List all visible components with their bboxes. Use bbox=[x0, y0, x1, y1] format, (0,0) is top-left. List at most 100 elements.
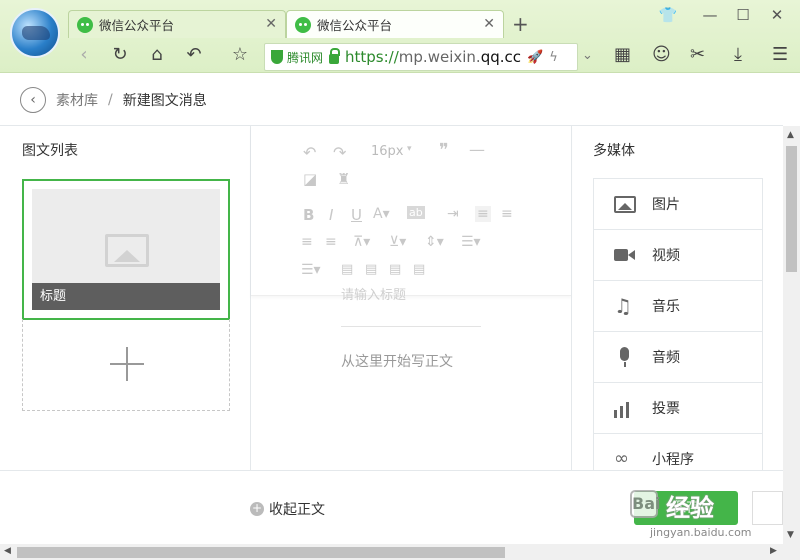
apps-grid-icon[interactable]: ▦ bbox=[614, 44, 631, 65]
plus-circle-icon: + bbox=[250, 501, 264, 516]
vertical-scrollbar[interactable]: ▲ ▼ bbox=[783, 126, 800, 544]
star-icon[interactable]: ☆ bbox=[228, 44, 252, 65]
font-size-caret-icon: ▾ bbox=[407, 144, 412, 154]
blockquote-icon[interactable]: ❞ bbox=[439, 140, 449, 161]
redo-icon[interactable]: ↷ bbox=[333, 143, 346, 162]
collapse-body-label: 收起正文 bbox=[269, 502, 325, 518]
article-caption: 标题 bbox=[32, 283, 220, 310]
watermark-badge: Bai bbox=[630, 490, 660, 518]
align-center-icon[interactable]: ≡ bbox=[501, 206, 513, 222]
media-item-label: 音乐 bbox=[652, 299, 680, 315]
media-item-music[interactable]: ♫ 音乐 bbox=[594, 281, 762, 332]
address-bar[interactable]: 腾讯网 https:// mp.weixin. qq.cc 🚀 ϟ bbox=[264, 43, 578, 71]
scroll-down-icon[interactable]: ▼ bbox=[787, 530, 794, 540]
indent-icon[interactable]: ⇥ bbox=[447, 206, 459, 222]
collapse-body-button[interactable]: + 收起正文 bbox=[250, 499, 325, 519]
line-height-icon[interactable]: ⇕▾ bbox=[425, 234, 444, 250]
breadcrumb-current: 新建图文消息 bbox=[122, 92, 207, 109]
article-card[interactable]: 标题 bbox=[22, 179, 230, 320]
download-icon[interactable]: ⤓ bbox=[734, 44, 742, 65]
tab-weixin-2[interactable]: 微信公众平台 ✕ bbox=[286, 10, 504, 38]
media-item-label: 投票 bbox=[652, 401, 680, 417]
shield-icon bbox=[271, 50, 283, 64]
underline-icon[interactable]: U bbox=[351, 206, 362, 224]
media-panel: 多媒体 图片 视频 ♫ 音乐 音频 投票 ∞ 小程序 bbox=[571, 126, 783, 485]
refresh-icon[interactable]: ↻ bbox=[108, 44, 132, 65]
spacing-before-icon[interactable]: ⊼▾ bbox=[353, 234, 370, 250]
media-item-label: 小程序 bbox=[652, 452, 694, 468]
media-item-video[interactable]: 视频 bbox=[594, 230, 762, 281]
home-icon[interactable]: ⌂ bbox=[145, 44, 169, 65]
watermark-url: jingyan.baidu.com bbox=[650, 526, 752, 539]
address-dropdown-icon[interactable]: ⌄ bbox=[582, 48, 593, 63]
browser-logo-icon[interactable] bbox=[10, 8, 60, 58]
italic-icon[interactable]: I bbox=[329, 206, 333, 224]
eraser-icon[interactable]: ◪ bbox=[303, 170, 317, 188]
body-editor[interactable]: 从这里开始写正文 bbox=[341, 351, 453, 371]
tab-weixin-1[interactable]: 微信公众平台 ✕ bbox=[68, 10, 286, 38]
rocket-icon[interactable]: 🚀 bbox=[527, 50, 543, 65]
back-button[interactable]: ‹ bbox=[20, 86, 46, 113]
add-article-button[interactable] bbox=[22, 319, 230, 411]
media-item-label: 图片 bbox=[652, 197, 680, 213]
float-right-icon[interactable]: ▤ bbox=[389, 262, 401, 277]
media-item-audio[interactable]: 音频 bbox=[594, 332, 762, 383]
vote-icon bbox=[614, 398, 636, 418]
ordered-list-icon[interactable]: ☰▾ bbox=[461, 234, 481, 250]
undo-icon[interactable]: ↶ bbox=[303, 143, 316, 162]
horizontal-scrollbar[interactable]: ◀ ▶ bbox=[0, 544, 800, 560]
maximize-icon[interactable]: ☐ bbox=[733, 6, 753, 24]
horizontal-scroll-thumb[interactable] bbox=[17, 547, 505, 558]
wechat-icon bbox=[77, 16, 93, 33]
baidu-jingyan-watermark: Bai 经验 jingyan.baidu.com bbox=[630, 478, 780, 542]
align-right-icon[interactable]: ≡ bbox=[301, 234, 313, 250]
url-domain: qq.cc bbox=[480, 48, 521, 66]
font-color-icon[interactable]: A▾ bbox=[373, 206, 390, 222]
spacing-after-icon[interactable]: ⊻▾ bbox=[389, 234, 406, 250]
minimize-icon[interactable]: — bbox=[700, 6, 720, 24]
image-icon bbox=[614, 195, 636, 213]
align-justify-icon[interactable]: ≡ bbox=[325, 234, 337, 250]
url-host: mp.weixin. bbox=[398, 48, 481, 66]
menu-icon[interactable]: ☰ bbox=[772, 44, 788, 65]
watermark-text: 经验 bbox=[666, 494, 714, 522]
scroll-up-icon[interactable]: ▲ bbox=[787, 130, 794, 140]
skin-icon[interactable]: 👕 bbox=[658, 6, 678, 24]
media-item-label: 音频 bbox=[652, 350, 680, 366]
float-center-icon[interactable]: ▤ bbox=[413, 262, 425, 277]
title-input[interactable]: 请输入标题 bbox=[341, 284, 406, 303]
media-panel-title: 多媒体 bbox=[593, 143, 635, 159]
tab-title: 微信公众平台 bbox=[99, 18, 175, 33]
format-painter-icon[interactable]: ♜ bbox=[337, 170, 350, 188]
font-size-select[interactable]: 16px bbox=[371, 144, 404, 159]
tab-close-icon[interactable]: ✕ bbox=[265, 16, 277, 32]
media-list: 图片 视频 ♫ 音乐 音频 投票 ∞ 小程序 bbox=[593, 178, 763, 485]
media-item-label: 视频 bbox=[652, 248, 680, 264]
scroll-left-icon[interactable]: ◀ bbox=[4, 546, 11, 556]
back-icon[interactable]: ‹ bbox=[72, 44, 96, 65]
vertical-scroll-thumb[interactable] bbox=[786, 146, 797, 272]
tab-close-icon[interactable]: ✕ bbox=[483, 16, 495, 32]
align-left-icon[interactable]: ≡ bbox=[475, 206, 491, 222]
media-item-vote[interactable]: 投票 bbox=[594, 383, 762, 434]
unordered-list-icon[interactable]: ☰▾ bbox=[301, 262, 321, 278]
bold-icon[interactable]: B bbox=[303, 206, 314, 224]
float-left-icon[interactable]: ▤ bbox=[341, 262, 353, 277]
media-item-image[interactable]: 图片 bbox=[594, 179, 762, 230]
breadcrumb: ‹ 素材库 / 新建图文消息 bbox=[0, 74, 783, 126]
new-tab-button[interactable]: + bbox=[512, 12, 529, 36]
microphone-icon bbox=[614, 347, 636, 367]
breadcrumb-parent-link[interactable]: 素材库 bbox=[56, 90, 98, 110]
float-none-icon[interactable]: ▤ bbox=[365, 262, 377, 277]
undo-icon[interactable]: ↶ bbox=[182, 44, 206, 65]
tab-title: 微信公众平台 bbox=[317, 18, 393, 33]
scissors-icon[interactable]: ✂ bbox=[690, 44, 705, 65]
editor-panel: ↶ ↷ 16px ▾ ❞ — ◪ ♜ B I U A▾ ab ⇥ ≡ ≡ ≡ ≡… bbox=[251, 126, 571, 470]
background-color-icon[interactable]: ab bbox=[407, 206, 425, 219]
lightning-icon[interactable]: ϟ bbox=[549, 50, 558, 65]
music-icon: ♫ bbox=[614, 294, 632, 318]
horizontal-rule-icon[interactable]: — bbox=[469, 140, 485, 159]
scroll-right-icon[interactable]: ▶ bbox=[770, 546, 777, 556]
close-icon[interactable]: ✕ bbox=[767, 6, 787, 24]
emoji-icon[interactable]: ☺ bbox=[652, 44, 671, 65]
